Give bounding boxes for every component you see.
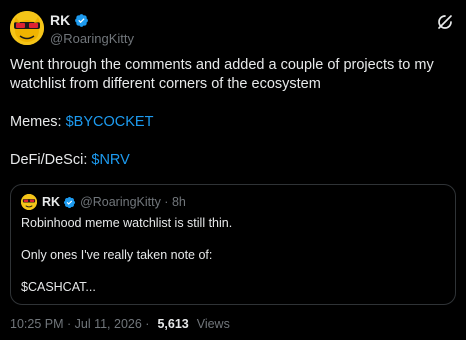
quote-header: RK @RoaringKitty · 8h [21, 194, 186, 210]
author-block[interactable]: RK @RoaringKitty [50, 11, 134, 46]
quote-avatar [21, 194, 37, 210]
cashtag-link[interactable]: $BYCOCKET [66, 114, 154, 130]
tweet-line-defi: DeFi/DeSci: $NRV [10, 151, 456, 170]
quote-author-name: RK [42, 195, 61, 209]
quote-line: Robinhood meme watchlist is still thin. [21, 216, 233, 230]
quoted-tweet[interactable]: RK @RoaringKitty · 8h Robinhood meme wat… [10, 184, 456, 305]
views-count: 5,613 [157, 317, 189, 331]
views-label: Views [196, 317, 230, 331]
verified-badge-icon [63, 196, 76, 209]
tweet-meta: 10:25 PM · Jul 11, 2026 · 5,613 Views [10, 317, 230, 331]
quote-line: Only ones I've really taken note of: [21, 248, 213, 262]
avatar[interactable] [10, 11, 44, 45]
author-handle[interactable]: @RoaringKitty [50, 31, 134, 46]
tweet-line-intro: Went through the comments and added a co… [10, 57, 434, 92]
grok-icon[interactable] [436, 13, 454, 31]
quote-handle-time: @RoaringKitty · 8h [80, 195, 186, 209]
tweet-text: Went through the comments and added a co… [10, 56, 456, 170]
tweet-line-memes: Memes: $BYCOCKET [10, 113, 456, 132]
defi-label: DeFi/DeSci: [10, 152, 92, 168]
quote-line: $CASHCAT... [21, 280, 96, 294]
author-name[interactable]: RK [50, 12, 70, 28]
tweet-header: RK @RoaringKitty [10, 11, 456, 47]
verified-badge-icon [74, 13, 89, 28]
timestamp[interactable]: 10:25 PM · Jul 11, 2026 · [10, 317, 149, 331]
memes-label: Memes: [10, 114, 66, 130]
quote-text: Robinhood meme watchlist is still thin. … [21, 215, 445, 295]
cashtag-link[interactable]: $NRV [91, 152, 129, 168]
